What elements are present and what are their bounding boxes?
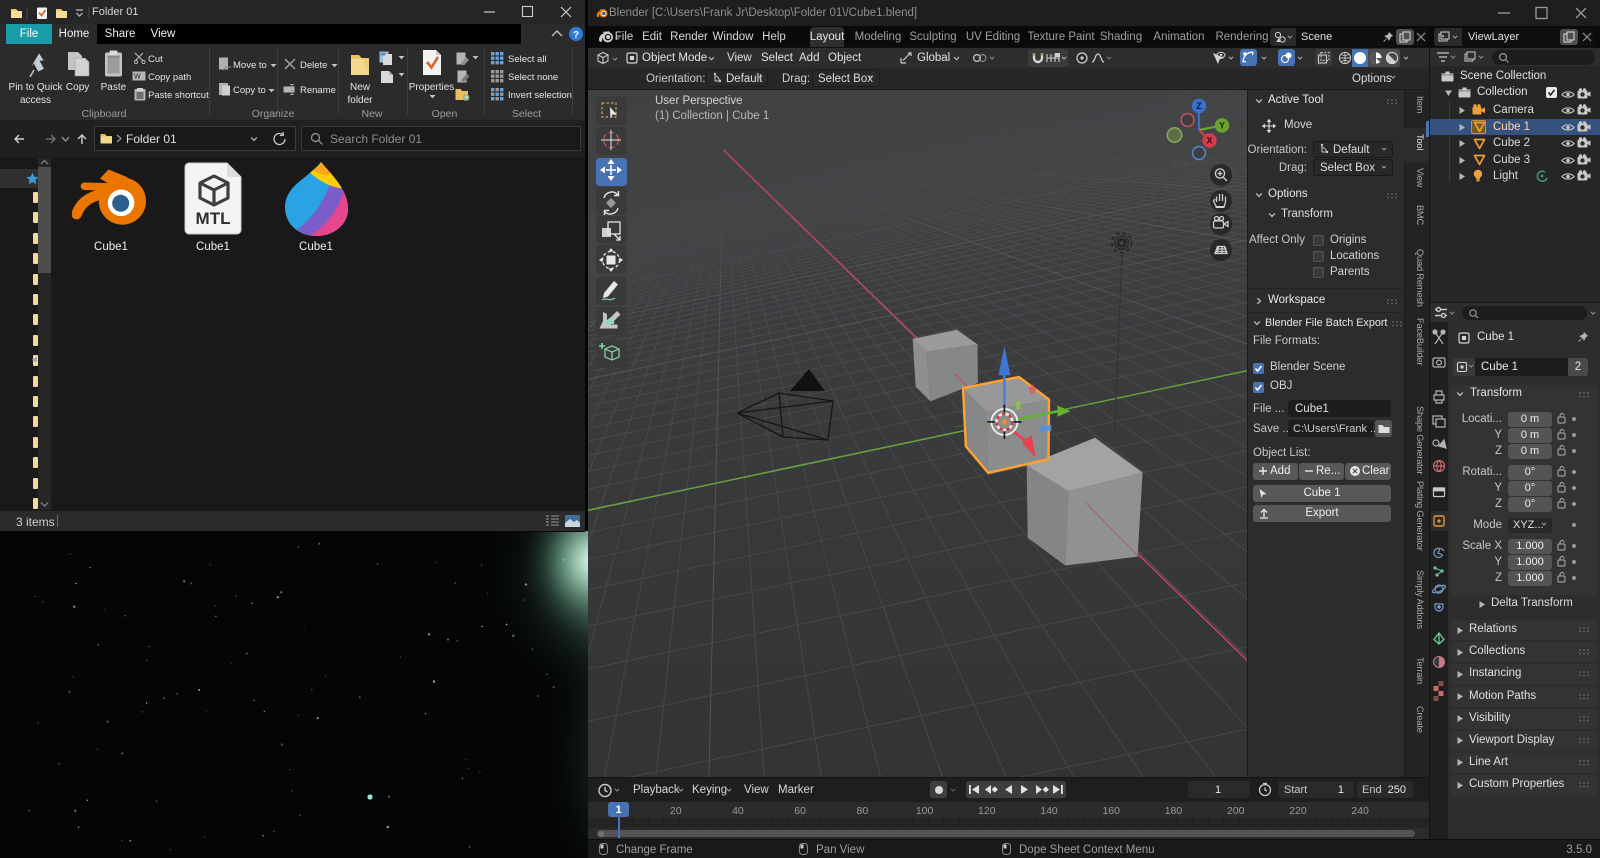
- svg-text:?: ?: [573, 30, 579, 41]
- svg-text:Z: Z: [1196, 101, 1202, 111]
- svg-text:W: W: [134, 74, 141, 81]
- svg-text:X: X: [1206, 136, 1212, 146]
- svg-text:MTL: MTL: [196, 209, 231, 228]
- svg-text:Y: Y: [1219, 121, 1225, 131]
